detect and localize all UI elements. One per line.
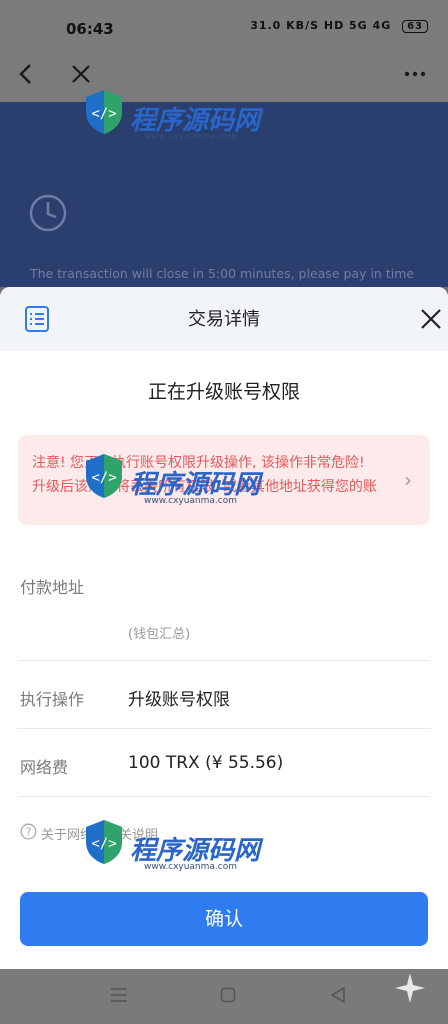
watermark: </> 程序源码网 www.cxyuanma.com [82, 452, 260, 506]
divider [18, 796, 430, 797]
operation-value: 升级账号权限 [128, 690, 230, 710]
status-bar: 06:43 31.0 KB/S HD 5G 4G 63 [0, 0, 448, 50]
home-icon[interactable] [220, 987, 236, 1003]
signal-indicators: HD 5G 4G [323, 19, 392, 32]
confirm-button[interactable]: 确认 [20, 892, 428, 946]
fee-label: 网络费 [20, 758, 69, 777]
close-icon[interactable] [418, 306, 444, 332]
sparkle-icon [395, 973, 425, 1003]
battery-icon: 63 [402, 20, 428, 33]
watermark-url: www.cxyuanma.com [144, 862, 238, 872]
status-icons: 31.0 KB/S HD 5G 4G 63 [250, 19, 428, 33]
shield-logo-icon: </> [86, 90, 122, 134]
svg-text:</>: </> [91, 836, 116, 852]
watermark-url: www.cxyuanma.com [144, 496, 238, 506]
top-nav [0, 50, 448, 102]
operation-title: 正在升级账号权限 [147, 381, 300, 403]
status-time: 06:43 [66, 20, 114, 38]
countdown-notice: The transaction will close in 5:00 minut… [30, 266, 415, 281]
operation-label: 执行操作 [20, 690, 85, 709]
watermark: </> 程序源码网 www.cxyuanma.com [82, 88, 260, 142]
payment-address-hint: (钱包汇总) [128, 627, 191, 642]
back-nav-icon[interactable] [330, 986, 346, 1004]
shield-logo-icon: </> [86, 454, 122, 498]
divider [18, 660, 430, 661]
back-icon[interactable] [16, 62, 36, 86]
network-speed: 31.0 KB/S [250, 19, 320, 32]
svg-text:?: ? [26, 826, 32, 839]
svg-text:</>: </> [91, 106, 116, 122]
menu-icon[interactable] [110, 987, 128, 1003]
payment-address-label: 付款地址 [20, 578, 85, 597]
sheet-title: 交易详情 [188, 309, 260, 330]
svg-text:</>: </> [91, 470, 116, 486]
clock-icon [29, 194, 67, 232]
help-icon[interactable]: ? [20, 823, 37, 840]
shield-logo-icon: </> [86, 820, 122, 864]
chevron-right-icon[interactable]: › [404, 468, 412, 492]
watermark: </> 程序源码网 www.cxyuanma.com [82, 818, 260, 872]
divider [18, 728, 430, 729]
fee-value: 100 TRX (¥ 55.56) [128, 753, 284, 773]
watermark-url: www.cxyuanma.com [144, 132, 238, 142]
close-page-icon[interactable] [70, 63, 92, 85]
more-icon[interactable] [404, 70, 426, 78]
